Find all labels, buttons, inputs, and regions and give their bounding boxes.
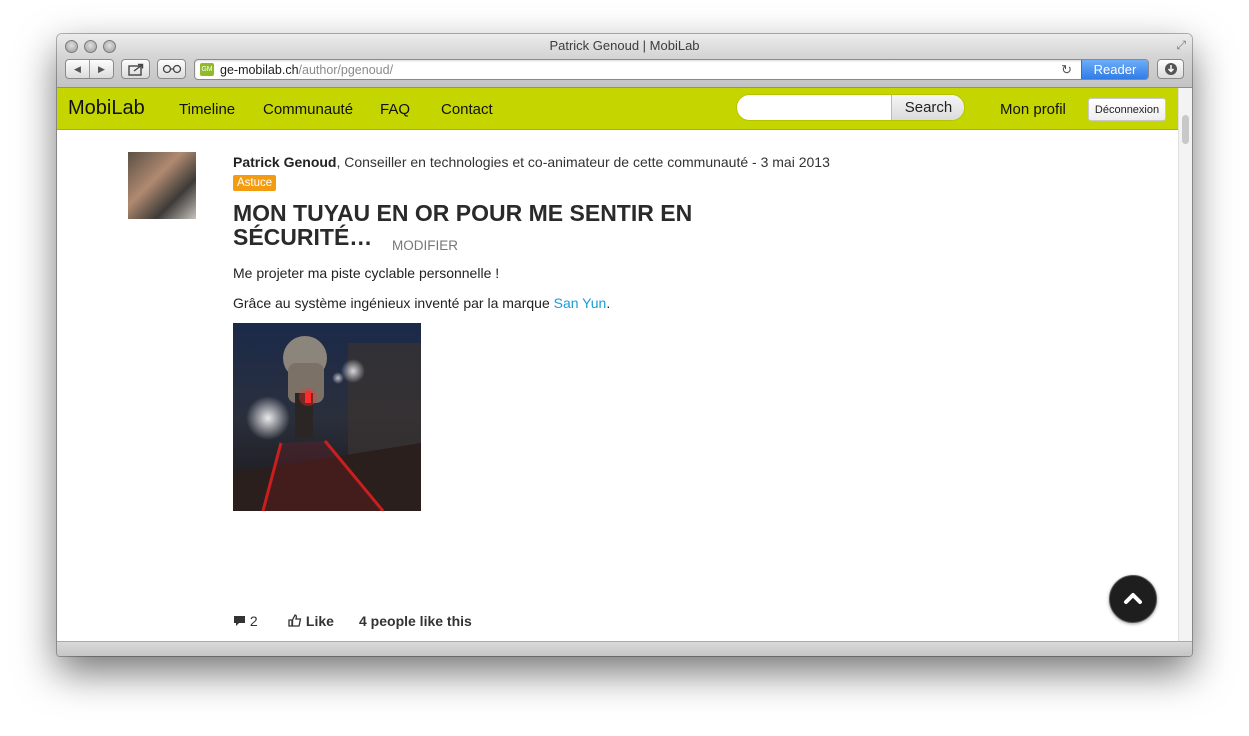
paragraph-text: . <box>606 295 611 311</box>
reload-icon[interactable]: ↻ <box>1061 62 1072 78</box>
browser-window: Patrick Genoud | MobiLab ⤢ ◀ ▶ GM ge-mob… <box>57 34 1192 656</box>
scrollbar-thumb[interactable] <box>1182 115 1189 144</box>
search-button[interactable]: Search <box>891 95 964 120</box>
chevron-up-icon <box>1124 593 1142 604</box>
reading-list-button[interactable] <box>157 59 186 79</box>
share-button[interactable] <box>121 59 150 79</box>
nav-link-contact[interactable]: Contact <box>441 101 493 118</box>
url-text[interactable]: ge-mobilab.ch/author/pgenoud/ <box>220 63 393 77</box>
author-role: , Conseiller en technologies et co-anima… <box>336 154 830 170</box>
back-forward-buttons: ◀ ▶ <box>65 59 114 79</box>
post-paragraph: Grâce au système ingénieux inventé par l… <box>233 295 610 311</box>
paragraph-text: Grâce au système ingénieux inventé par l… <box>233 295 554 311</box>
site-brand[interactable]: MobiLab <box>68 97 145 120</box>
address-bar[interactable]: GM ge-mobilab.ch/author/pgenoud/ ↻ Reade… <box>194 59 1149 80</box>
brand-link[interactable]: San Yun <box>554 295 607 311</box>
download-icon <box>1164 63 1177 75</box>
page-content: Patrick Genoud, Conseiller en technologi… <box>57 130 1178 641</box>
fullscreen-icon[interactable]: ⤢ <box>1176 38 1186 53</box>
nav-link-faq[interactable]: FAQ <box>380 101 410 118</box>
url-host: ge-mobilab.ch <box>220 63 299 77</box>
window-bottom-bar <box>57 641 1192 656</box>
search-input[interactable] <box>737 95 894 120</box>
author-name[interactable]: Patrick Genoud <box>233 154 336 170</box>
scroll-top-button[interactable] <box>1109 575 1157 623</box>
site-navbar: MobiLab Timeline Communauté FAQ Contact … <box>57 88 1178 130</box>
nav-link-communaute[interactable]: Communauté <box>263 101 353 118</box>
post-image[interactable] <box>233 323 421 511</box>
post-paragraph: Me projeter ma piste cyclable personnell… <box>233 265 500 281</box>
nav-link-timeline[interactable]: Timeline <box>179 101 235 118</box>
url-path: /author/pgenoud/ <box>298 63 394 77</box>
back-button[interactable]: ◀ <box>66 64 89 75</box>
reader-button[interactable]: Reader <box>1081 60 1148 79</box>
thumbs-up-icon <box>288 614 302 627</box>
forward-button[interactable]: ▶ <box>90 64 113 75</box>
post-byline: Patrick Genoud, Conseiller en technologi… <box>233 154 830 170</box>
search-form: Search <box>736 94 965 121</box>
downloads-button[interactable] <box>1157 59 1184 79</box>
like-summary[interactable]: 4 people like this <box>359 613 472 629</box>
comment-icon <box>234 616 245 626</box>
profile-link[interactable]: Mon profil <box>1000 101 1066 118</box>
vertical-scrollbar[interactable] <box>1178 88 1192 641</box>
comment-count-value: 2 <box>249 613 258 629</box>
author-avatar[interactable] <box>128 152 196 219</box>
browser-toolbar: Patrick Genoud | MobiLab ⤢ ◀ ▶ GM ge-mob… <box>57 34 1192 88</box>
post-title: MON TUYAU EN OR POUR ME SENTIR EN SÉCURI… <box>233 200 693 250</box>
edit-link[interactable]: MODIFIER <box>392 238 458 253</box>
like-label: Like <box>305 613 334 629</box>
logout-button[interactable]: Déconnexion <box>1088 98 1166 121</box>
window-title: Patrick Genoud | MobiLab <box>549 38 700 53</box>
site-favicon: GM <box>200 63 214 76</box>
glasses-icon <box>162 64 181 74</box>
like-button[interactable]: Like <box>288 613 334 629</box>
share-icon <box>127 63 143 76</box>
comment-count[interactable]: 2 <box>233 613 258 629</box>
post-tag[interactable]: Astuce <box>233 175 277 191</box>
